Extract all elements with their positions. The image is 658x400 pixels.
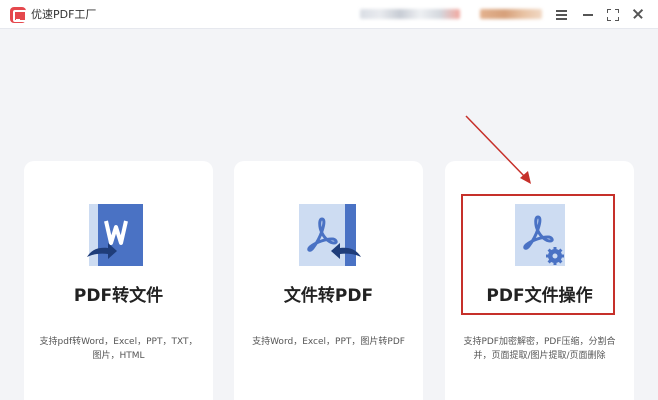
minimize-icon[interactable]	[577, 3, 599, 25]
card-file-to-pdf[interactable]: 文件转PDF 支持Word，Excel，PPT，图片转PDF	[234, 161, 423, 400]
annotation-arrow-icon	[465, 115, 531, 184]
card-description: 支持Word，Excel，PPT，图片转PDF	[252, 337, 405, 347]
title-bar: 优速PDF工厂	[0, 0, 658, 29]
file-to-pdf-icon	[299, 204, 361, 266]
close-icon[interactable]	[627, 3, 649, 25]
user-info-blurred[interactable]	[360, 9, 460, 19]
maximize-icon[interactable]	[602, 3, 624, 25]
app-logo-icon	[10, 7, 27, 23]
card-pdf-to-file[interactable]: PDF转文件 支持pdf转Word，Excel，PPT，TXT，图片，HTML	[24, 161, 213, 400]
card-description: 支持PDF加密解密，PDF压缩，分割合并，页面提取/图片提取/页面删除	[463, 337, 616, 361]
vip-badge-blurred[interactable]	[480, 9, 542, 19]
menu-icon[interactable]	[550, 3, 572, 25]
card-title: 文件转PDF	[283, 286, 374, 306]
card-description: 支持pdf转Word，Excel，PPT，TXT，图片，HTML	[39, 337, 198, 361]
highlight-box	[461, 194, 615, 315]
card-title: PDF转文件	[73, 286, 164, 306]
app-title: 优速PDF工厂	[31, 8, 97, 21]
pdf-to-word-icon	[87, 204, 143, 266]
